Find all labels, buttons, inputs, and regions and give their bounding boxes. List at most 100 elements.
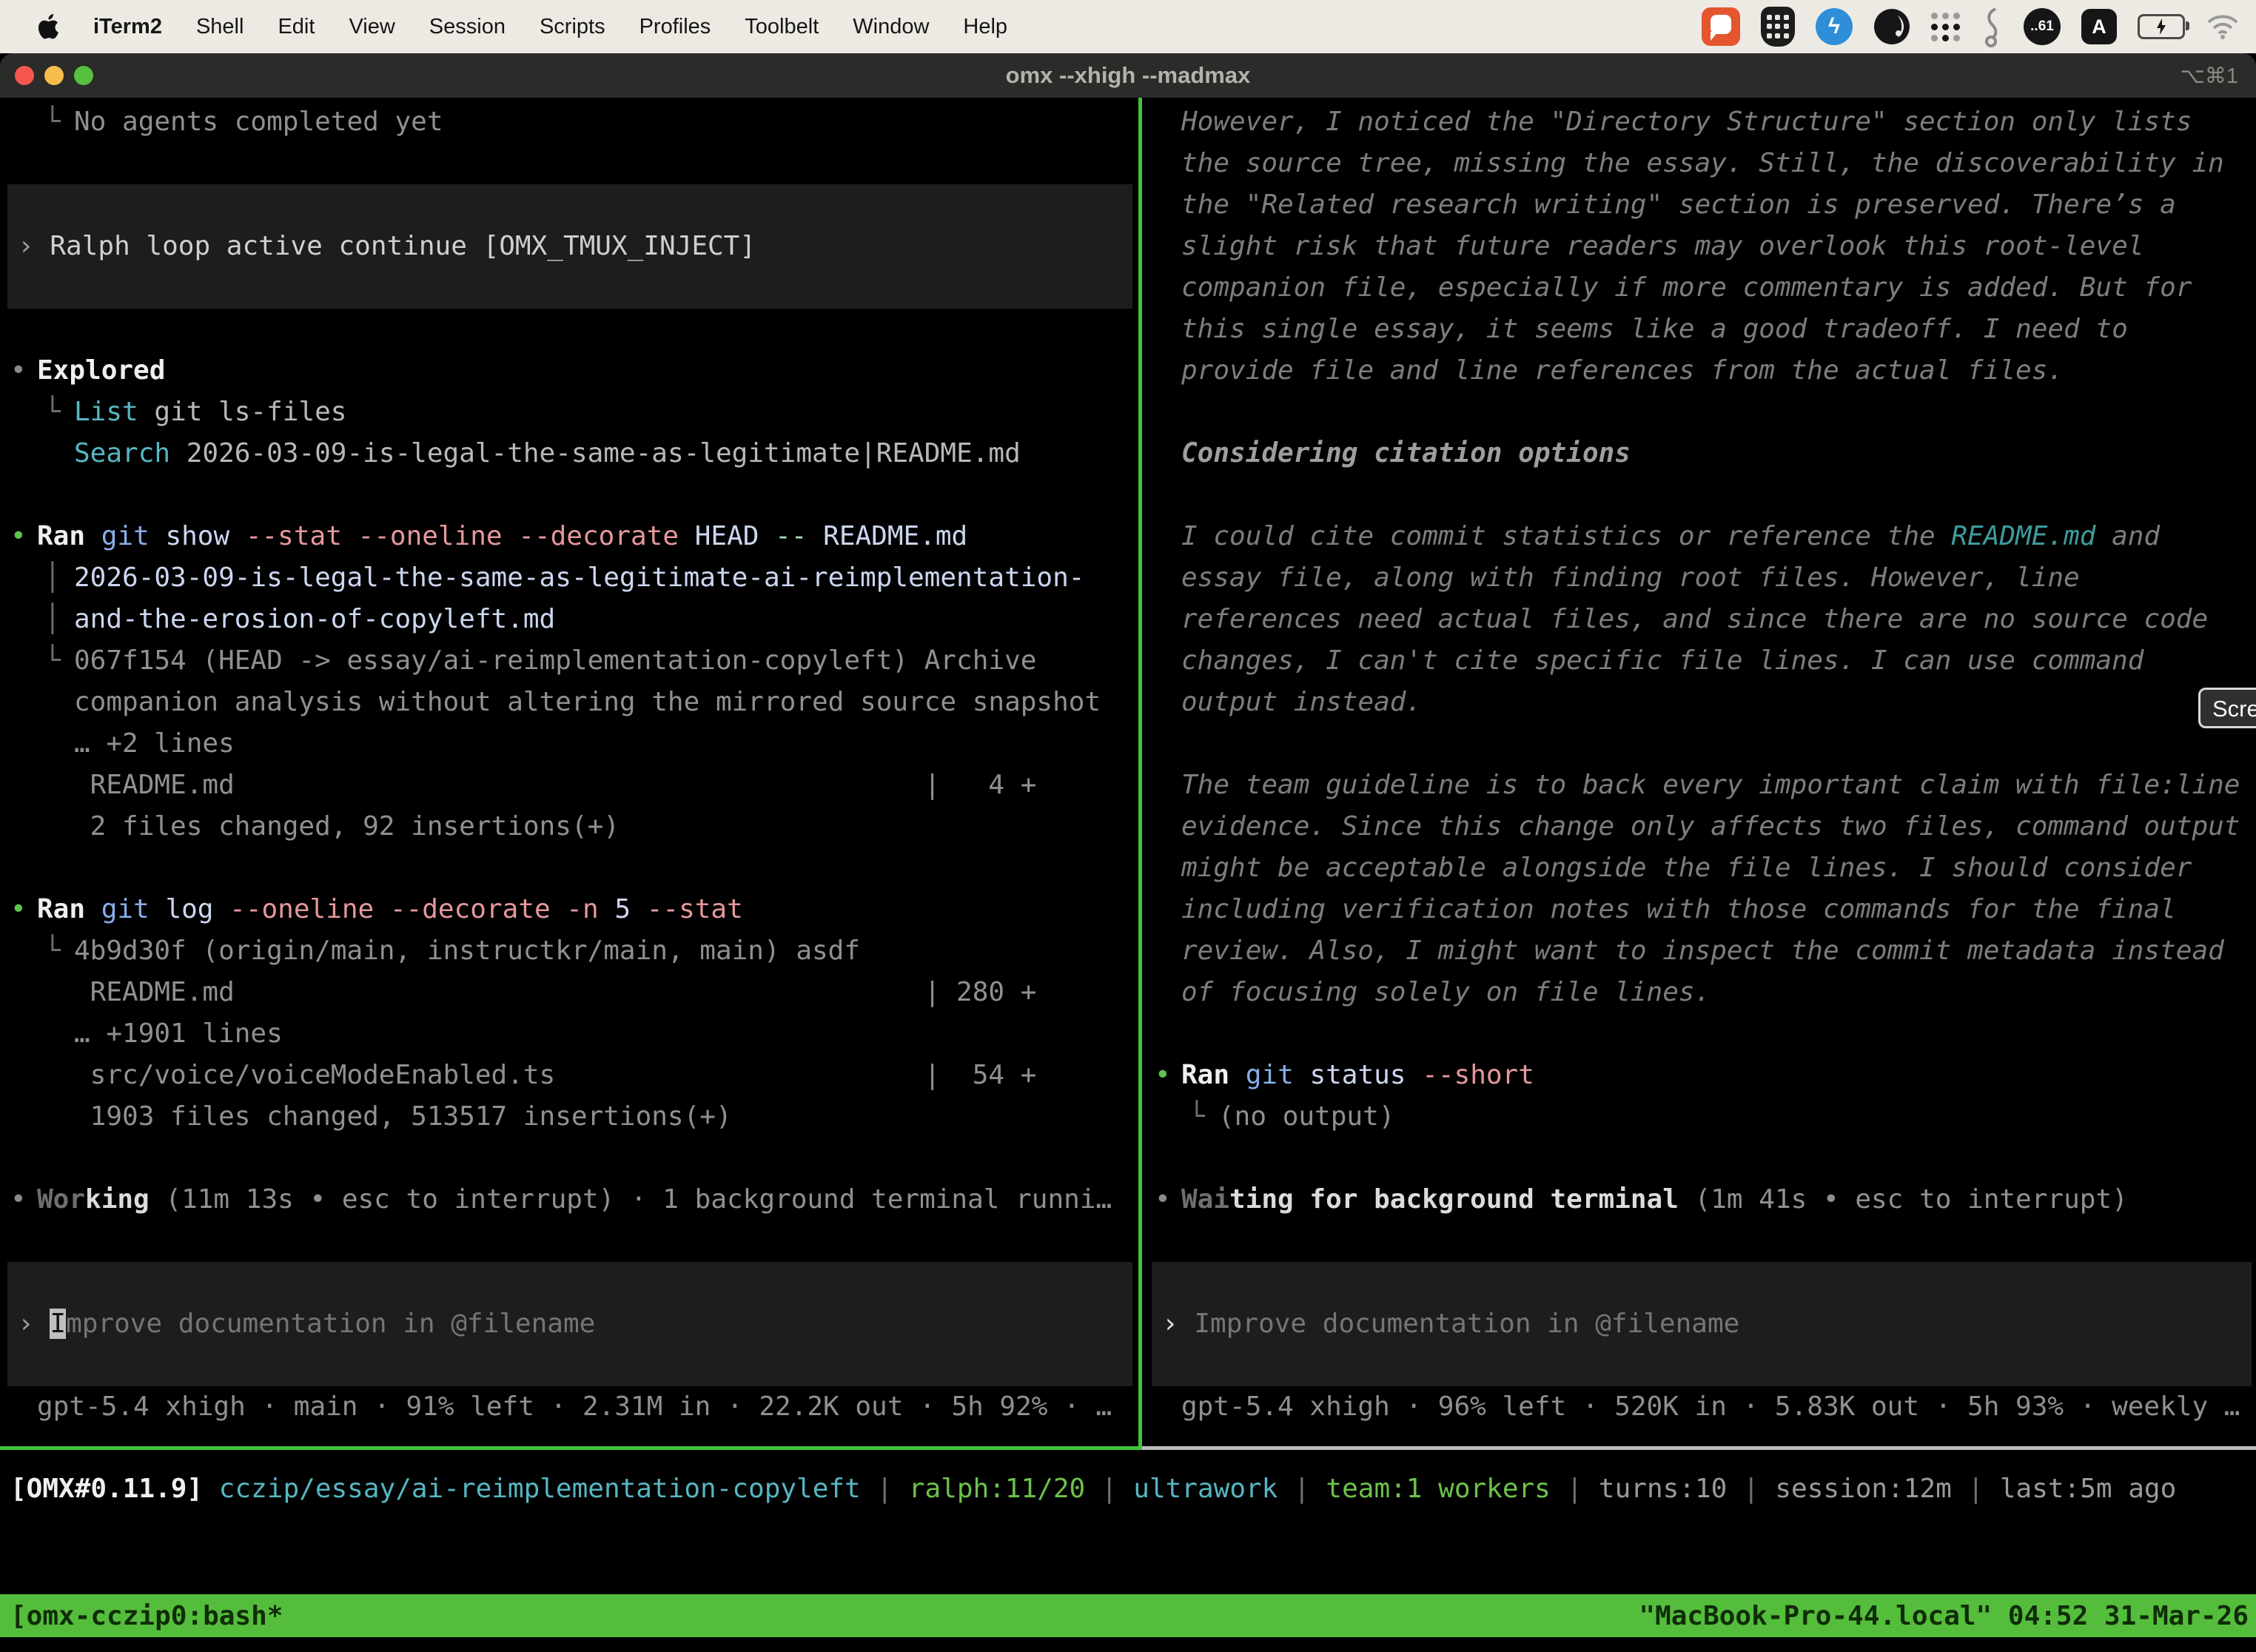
omx-mode: ultrawork: [1133, 1474, 1278, 1504]
reasoning-line: evidence. Since this change only affects…: [1181, 811, 2240, 842]
tree-branch: └: [44, 640, 61, 682]
right-pane[interactable]: However, I noticed the "Directory Struct…: [1144, 98, 2256, 1428]
git-flags: --stat --oneline --decorate: [246, 521, 679, 551]
reasoning-line: essay file, along with finding root file…: [1181, 563, 2080, 593]
ralph-loop-banner: › Ralph loop active continue [OMX_TMUX_I…: [7, 184, 1132, 309]
screen: iTerm2 Shell Edit View Session Scripts P…: [0, 0, 2256, 1652]
pane-border-bottom-right[interactable]: [1142, 1446, 2256, 1450]
readme-link[interactable]: README.md: [1951, 521, 2095, 551]
tmux-host-clock: "MacBook-Pro-44.local" 04:52 31-Mar-26: [1639, 1601, 2249, 1631]
ran-verb: Ran: [37, 894, 85, 924]
bullet-icon: •: [10, 1179, 27, 1220]
dark-pie-icon[interactable]: [1873, 8, 1910, 45]
menu-profiles[interactable]: Profiles: [639, 15, 711, 39]
waiting-spinner-text: Wai: [1181, 1184, 1229, 1215]
more-lines-indicator[interactable]: … +2 lines: [74, 728, 235, 759]
git-arg: 5: [614, 894, 631, 924]
prompt-chevron: ›: [18, 1309, 34, 1339]
git-dashes: --: [775, 521, 807, 551]
letter-a-icon[interactable]: A: [2081, 9, 2117, 44]
search-verb: Search: [74, 438, 170, 469]
reasoning-line: the "Related research writing" section i…: [1181, 189, 2176, 220]
menu-view[interactable]: View: [349, 15, 395, 39]
tree-branch: └: [1189, 1096, 1205, 1138]
reasoning-line: The team guideline is to back every impo…: [1181, 770, 2240, 800]
separator: |: [1567, 1474, 1583, 1504]
left-pane[interactable]: └No agents completed yet › Ralph loop ac…: [0, 98, 1138, 1428]
command-wrap-line: 2026-03-09-is-legal-the-same-as-legitima…: [74, 563, 1084, 593]
bullet-icon: •: [1155, 1179, 1171, 1220]
separator: |: [1967, 1474, 1984, 1504]
reasoning-line: this single essay, it seems like a good …: [1181, 314, 2128, 344]
reasoning-line: the source tree, missing the essay. Stil…: [1181, 148, 2224, 178]
menu-toolbelt[interactable]: Toolbelt: [745, 15, 819, 39]
macos-menu-bar: iTerm2 Shell Edit View Session Scripts P…: [0, 0, 2256, 53]
omx-status-line: [OMX#0.11.9] cczip/essay/ai-reimplementa…: [10, 1468, 2176, 1510]
menu-window[interactable]: Window: [853, 15, 929, 39]
tmux-status-bar[interactable]: [omx-cczip0:bash* "MacBook-Pro-44.local"…: [0, 1594, 2256, 1637]
waiting-spinner-text: ting for background terminal: [1229, 1184, 1679, 1215]
tree-branch: └: [44, 392, 61, 433]
search-args: 2026-03-09-is-legal-the-same-as-legitima…: [187, 438, 1021, 469]
working-spinner-text: king: [85, 1184, 150, 1215]
shield-grid-icon[interactable]: [1761, 7, 1795, 47]
menu-shell[interactable]: Shell: [196, 15, 244, 39]
right-prompt-box[interactable]: › Improve documentation in @filename: [1152, 1262, 2252, 1386]
wifi-icon[interactable]: [2206, 13, 2240, 40]
waiting-detail: (1m 41s • esc to interrupt): [1679, 1184, 2128, 1215]
count-badge-icon[interactable]: ..61: [2024, 8, 2061, 45]
omx-version: [OMX#0.11.9]: [10, 1474, 203, 1504]
working-detail: (11m 13s • esc to interrupt) · 1 backgro…: [150, 1184, 1112, 1215]
battery-icon[interactable]: [2138, 14, 2185, 39]
left-prompt-placeholder[interactable]: mprove documentation in @filename: [66, 1309, 595, 1339]
window-title-bar: omx --xhigh --madmax ⌥⌘1: [0, 53, 2256, 98]
menu-iterm2[interactable]: iTerm2: [93, 15, 162, 39]
menu-help[interactable]: Help: [963, 15, 1007, 39]
reasoning-line: review. Also, I might want to inspect th…: [1181, 936, 2224, 966]
menu-scripts[interactable]: Scripts: [540, 15, 605, 39]
pane-border-bottom-left[interactable]: [0, 1446, 1142, 1450]
diffstat-line: README.md | 4 +: [74, 770, 1036, 800]
dots-grid-icon[interactable]: [1931, 13, 1960, 41]
git-flags: --oneline --decorate -n: [229, 894, 599, 924]
diffstat-total: 1903 files changed, 513517 insertions(+): [74, 1101, 732, 1132]
tree-guide: │: [44, 557, 61, 599]
reasoning-line: might be acceptable alongside the file l…: [1181, 853, 2192, 883]
reasoning-line: including verification notes with those …: [1181, 894, 2176, 924]
reasoning-line: references need actual files, and since …: [1181, 604, 2208, 634]
tree-guide: │: [44, 599, 61, 640]
git-token: git: [1246, 1060, 1294, 1090]
tmux-session-window[interactable]: [omx-cczip0:bash*: [10, 1601, 283, 1631]
diffstat-line: README.md | 280 +: [74, 977, 1036, 1007]
omx-turns: turns:10: [1599, 1474, 1727, 1504]
ran-verb: Ran: [1181, 1060, 1229, 1090]
reasoning-heading: Considering citation options: [1181, 438, 1631, 469]
menu-session[interactable]: Session: [429, 15, 506, 39]
reasoning-line: and: [2095, 521, 2160, 551]
screen-tooltip: Scre: [2198, 688, 2256, 728]
more-lines-indicator[interactable]: … +1901 lines: [74, 1018, 283, 1049]
apple-menu-icon[interactable]: [37, 13, 64, 40]
menu-edit[interactable]: Edit: [278, 15, 315, 39]
right-prompt-placeholder[interactable]: Improve documentation in @filename: [1194, 1309, 1739, 1339]
squiggle-icon[interactable]: [1981, 6, 2003, 47]
menu-items: iTerm2 Shell Edit View Session Scripts P…: [93, 15, 1007, 39]
git-token: git: [101, 521, 150, 551]
git-token: git: [101, 894, 150, 924]
prompt-chevron: ›: [18, 231, 34, 261]
bullet-icon: •: [10, 889, 27, 930]
omx-session-time: session:12m: [1775, 1474, 1951, 1504]
blue-sync-icon[interactable]: ϟ: [1816, 8, 1853, 45]
chat-badge-icon[interactable]: [1702, 7, 1740, 46]
commit-summary-line: companion analysis without altering the …: [74, 687, 1101, 717]
window-title: omx --xhigh --madmax: [0, 62, 2256, 89]
separator: |: [1294, 1474, 1310, 1504]
git-subcommand: status: [1309, 1060, 1406, 1090]
reasoning-line: output instead.: [1181, 687, 1422, 717]
working-spinner-text: Wor: [37, 1184, 85, 1215]
left-prompt-box[interactable]: › Improve documentation in @filename: [7, 1262, 1132, 1386]
pane-divider-vertical[interactable]: [1138, 98, 1142, 1446]
separator: |: [1743, 1474, 1759, 1504]
list-verb: List: [74, 397, 138, 427]
omx-team: team:1 workers: [1326, 1474, 1550, 1504]
